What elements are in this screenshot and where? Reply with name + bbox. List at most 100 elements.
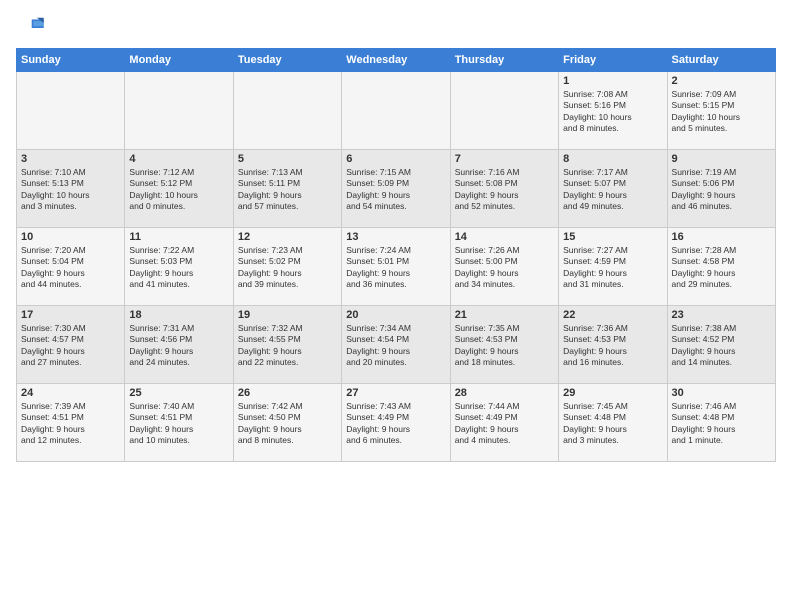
day-info: Sunrise: 7:36 AM Sunset: 4:53 PM Dayligh… — [563, 323, 662, 369]
day-number: 8 — [563, 153, 662, 165]
day-number: 2 — [672, 75, 771, 87]
calendar-cell — [450, 72, 558, 150]
day-info: Sunrise: 7:23 AM Sunset: 5:02 PM Dayligh… — [238, 245, 337, 291]
day-number: 11 — [129, 231, 228, 243]
day-info: Sunrise: 7:38 AM Sunset: 4:52 PM Dayligh… — [672, 323, 771, 369]
calendar-cell: 9 Sunrise: 7:19 AM Sunset: 5:06 PM Daylig… — [667, 150, 775, 228]
calendar-week-1: 1 Sunrise: 7:08 AM Sunset: 5:16 PM Daylig… — [17, 72, 776, 150]
day-info: Sunrise: 7:09 AM Sunset: 5:15 PM Dayligh… — [672, 89, 771, 135]
day-number: 1 — [563, 75, 662, 87]
day-number: 15 — [563, 231, 662, 243]
day-number: 16 — [672, 231, 771, 243]
header — [16, 16, 776, 40]
day-number: 17 — [21, 309, 120, 321]
day-info: Sunrise: 7:42 AM Sunset: 4:50 PM Dayligh… — [238, 401, 337, 447]
calendar-cell — [125, 72, 233, 150]
calendar-cell: 26Sunrise: 7:42 AM Sunset: 4:50 PM Dayli… — [233, 384, 341, 462]
day-number: 22 — [563, 309, 662, 321]
calendar-cell: 8 Sunrise: 7:17 AM Sunset: 5:07 PM Daylig… — [559, 150, 667, 228]
day-number: 3 — [21, 153, 120, 165]
calendar-cell: 1 Sunrise: 7:08 AM Sunset: 5:16 PM Daylig… — [559, 72, 667, 150]
day-info: Sunrise: 7:32 AM Sunset: 4:55 PM Dayligh… — [238, 323, 337, 369]
day-info: Sunrise: 7:20 AM Sunset: 5:04 PM Dayligh… — [21, 245, 120, 291]
day-info: Sunrise: 7:28 AM Sunset: 4:58 PM Dayligh… — [672, 245, 771, 291]
day-number: 9 — [672, 153, 771, 165]
day-number: 21 — [455, 309, 554, 321]
day-number: 5 — [238, 153, 337, 165]
calendar-cell: 10 Sunrise: 7:20 AM Sunset: 5:04 PM Dayli… — [17, 228, 125, 306]
day-info: Sunrise: 7:19 AM Sunset: 5:06 PM Dayligh… — [672, 167, 771, 213]
day-info: Sunrise: 7:15 AM Sunset: 5:09 PM Dayligh… — [346, 167, 445, 213]
day-info: Sunrise: 7:27 AM Sunset: 4:59 PM Dayligh… — [563, 245, 662, 291]
day-info: Sunrise: 7:44 AM Sunset: 4:49 PM Dayligh… — [455, 401, 554, 447]
logo — [16, 16, 48, 40]
day-number: 12 — [238, 231, 337, 243]
day-info: Sunrise: 7:26 AM Sunset: 5:00 PM Dayligh… — [455, 245, 554, 291]
main-container: SundayMondayTuesdayWednesdayThursdayFrid… — [0, 0, 792, 470]
column-header-thursday: Thursday — [450, 49, 558, 72]
day-number: 29 — [563, 387, 662, 399]
calendar-cell: 3 Sunrise: 7:10 AM Sunset: 5:13 PM Daylig… — [17, 150, 125, 228]
calendar-cell: 24 Sunrise: 7:39 AM Sunset: 4:51 PM Dayli… — [17, 384, 125, 462]
calendar-table: SundayMondayTuesdayWednesdayThursdayFrid… — [16, 48, 776, 462]
day-number: 30 — [672, 387, 771, 399]
calendar-cell: 5Sunrise: 7:13 AM Sunset: 5:11 PM Daylig… — [233, 150, 341, 228]
day-number: 13 — [346, 231, 445, 243]
calendar-cell: 21 Sunrise: 7:35 AM Sunset: 4:53 PM Dayli… — [450, 306, 558, 384]
day-info: Sunrise: 7:12 AM Sunset: 5:12 PM Dayligh… — [129, 167, 228, 213]
calendar-cell: 4 Sunrise: 7:12 AM Sunset: 5:12 PM Daylig… — [125, 150, 233, 228]
calendar-cell — [233, 72, 341, 150]
day-info: Sunrise: 7:30 AM Sunset: 4:57 PM Dayligh… — [21, 323, 120, 369]
day-number: 4 — [129, 153, 228, 165]
day-info: Sunrise: 7:34 AM Sunset: 4:54 PM Dayligh… — [346, 323, 445, 369]
calendar-cell: 15 Sunrise: 7:27 AM Sunset: 4:59 PM Dayli… — [559, 228, 667, 306]
calendar-cell: 28 Sunrise: 7:44 AM Sunset: 4:49 PM Dayli… — [450, 384, 558, 462]
column-header-wednesday: Wednesday — [342, 49, 450, 72]
column-header-tuesday: Tuesday — [233, 49, 341, 72]
day-info: Sunrise: 7:08 AM Sunset: 5:16 PM Dayligh… — [563, 89, 662, 135]
calendar-week-5: 24 Sunrise: 7:39 AM Sunset: 4:51 PM Dayli… — [17, 384, 776, 462]
calendar-cell: 29 Sunrise: 7:45 AM Sunset: 4:48 PM Dayli… — [559, 384, 667, 462]
day-number: 24 — [21, 387, 120, 399]
calendar-cell: 11 Sunrise: 7:22 AM Sunset: 5:03 PM Dayli… — [125, 228, 233, 306]
day-info: Sunrise: 7:22 AM Sunset: 5:03 PM Dayligh… — [129, 245, 228, 291]
calendar-cell: 20 Sunrise: 7:34 AM Sunset: 4:54 PM Dayli… — [342, 306, 450, 384]
calendar-cell: 17 Sunrise: 7:30 AM Sunset: 4:57 PM Dayli… — [17, 306, 125, 384]
day-number: 23 — [672, 309, 771, 321]
column-header-friday: Friday — [559, 49, 667, 72]
day-number: 28 — [455, 387, 554, 399]
day-number: 10 — [21, 231, 120, 243]
day-info: Sunrise: 7:24 AM Sunset: 5:01 PM Dayligh… — [346, 245, 445, 291]
day-info: Sunrise: 7:17 AM Sunset: 5:07 PM Dayligh… — [563, 167, 662, 213]
day-number: 7 — [455, 153, 554, 165]
day-info: Sunrise: 7:39 AM Sunset: 4:51 PM Dayligh… — [21, 401, 120, 447]
calendar-week-2: 3 Sunrise: 7:10 AM Sunset: 5:13 PM Daylig… — [17, 150, 776, 228]
calendar-cell: 25Sunrise: 7:40 AM Sunset: 4:51 PM Dayli… — [125, 384, 233, 462]
day-info: Sunrise: 7:35 AM Sunset: 4:53 PM Dayligh… — [455, 323, 554, 369]
day-number: 6 — [346, 153, 445, 165]
column-header-monday: Monday — [125, 49, 233, 72]
calendar-week-4: 17 Sunrise: 7:30 AM Sunset: 4:57 PM Dayli… — [17, 306, 776, 384]
day-info: Sunrise: 7:45 AM Sunset: 4:48 PM Dayligh… — [563, 401, 662, 447]
day-number: 14 — [455, 231, 554, 243]
calendar-cell — [342, 72, 450, 150]
calendar-cell: 6 Sunrise: 7:15 AM Sunset: 5:09 PM Daylig… — [342, 150, 450, 228]
calendar-cell: 16 Sunrise: 7:28 AM Sunset: 4:58 PM Dayli… — [667, 228, 775, 306]
calendar-week-3: 10 Sunrise: 7:20 AM Sunset: 5:04 PM Dayli… — [17, 228, 776, 306]
day-number: 25 — [129, 387, 228, 399]
calendar-header-row: SundayMondayTuesdayWednesdayThursdayFrid… — [17, 49, 776, 72]
calendar-cell: 7Sunrise: 7:16 AM Sunset: 5:08 PM Daylig… — [450, 150, 558, 228]
day-number: 18 — [129, 309, 228, 321]
day-info: Sunrise: 7:10 AM Sunset: 5:13 PM Dayligh… — [21, 167, 120, 213]
column-header-saturday: Saturday — [667, 49, 775, 72]
calendar-cell: 18Sunrise: 7:31 AM Sunset: 4:56 PM Dayli… — [125, 306, 233, 384]
column-header-sunday: Sunday — [17, 49, 125, 72]
calendar-cell: 2 Sunrise: 7:09 AM Sunset: 5:15 PM Daylig… — [667, 72, 775, 150]
calendar-cell: 14 Sunrise: 7:26 AM Sunset: 5:00 PM Dayli… — [450, 228, 558, 306]
day-number: 20 — [346, 309, 445, 321]
calendar-cell — [17, 72, 125, 150]
calendar-cell: 19Sunrise: 7:32 AM Sunset: 4:55 PM Dayli… — [233, 306, 341, 384]
calendar-cell: 23 Sunrise: 7:38 AM Sunset: 4:52 PM Dayli… — [667, 306, 775, 384]
calendar-cell: 22 Sunrise: 7:36 AM Sunset: 4:53 PM Dayli… — [559, 306, 667, 384]
calendar-cell: 12 Sunrise: 7:23 AM Sunset: 5:02 PM Dayli… — [233, 228, 341, 306]
